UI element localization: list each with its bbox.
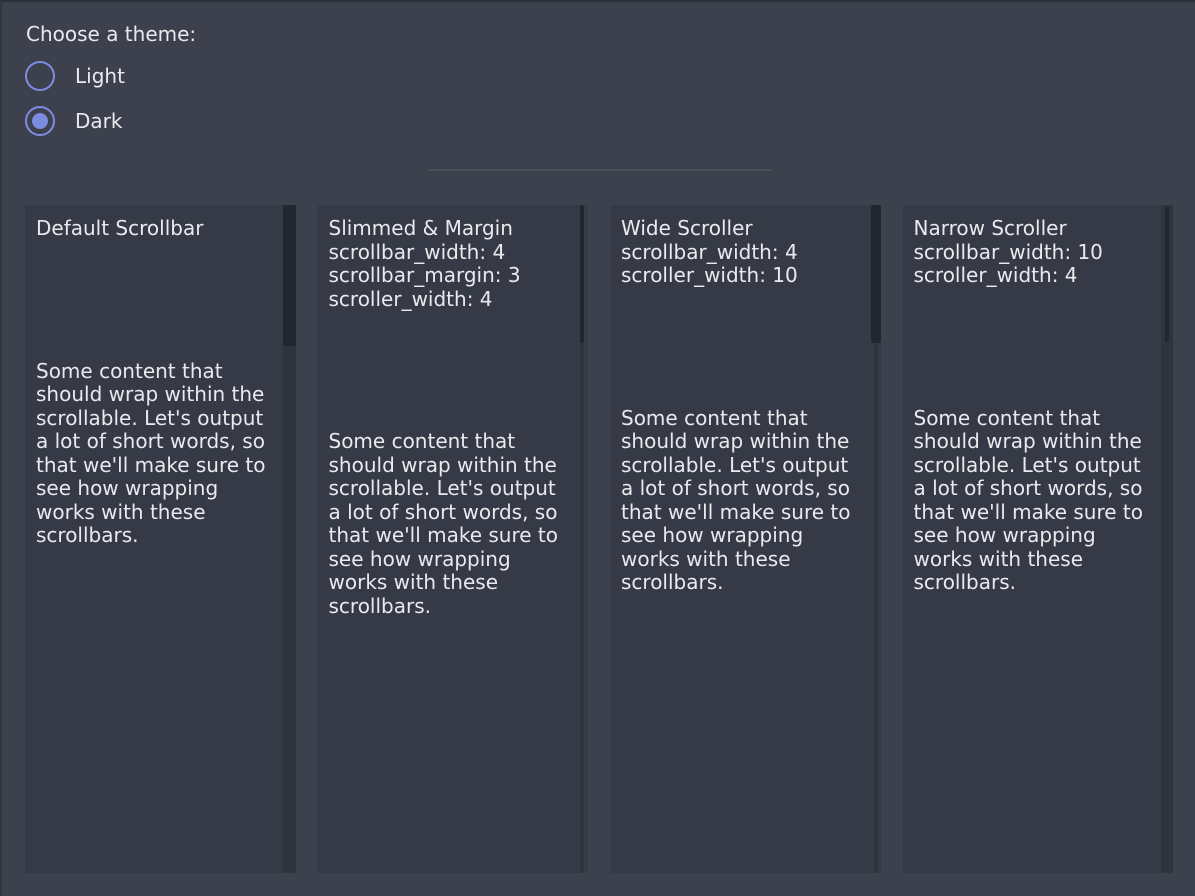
scrollable-panel-slimmed[interactable]: Slimmed & Margin scrollbar_width: 4 scro… (318, 205, 589, 873)
window-top-edge (0, 0, 1195, 2)
panel-title: Default Scrollbar (36, 217, 272, 241)
panel-scroll-area[interactable]: Default Scrollbar Some content that shou… (25, 205, 296, 560)
content-spacer (621, 288, 857, 407)
radio-option-dark[interactable]: Dark (26, 105, 196, 136)
radio-dark-label[interactable]: Dark (75, 109, 122, 133)
scrollable-panel-narrow[interactable]: Narrow Scroller scrollbar_width: 10 scro… (903, 205, 1174, 873)
theme-chooser-label: Choose a theme: (26, 22, 196, 46)
radio-light-icon[interactable] (25, 61, 55, 91)
scrollable-demos: Default Scrollbar Some content that shou… (25, 205, 1173, 873)
content-spacer (914, 288, 1150, 407)
radio-light-label[interactable]: Light (75, 64, 125, 88)
panel-title: Narrow Scroller (914, 217, 1150, 241)
panel-properties: scrollbar_width: 4 scroller_width: 10 (621, 241, 857, 288)
window-left-edge (0, 0, 2, 896)
panel-scroll-area[interactable]: Narrow Scroller scrollbar_width: 10 scro… (903, 205, 1174, 607)
scrollbar-thumb[interactable] (871, 205, 881, 343)
panel-title: Wide Scroller (621, 217, 857, 241)
scrollbar-thumb[interactable] (1165, 207, 1169, 342)
radio-dark-dot (32, 113, 48, 129)
radio-option-light[interactable]: Light (26, 60, 196, 91)
panel-content: Some content that should wrap within the… (621, 407, 857, 595)
radio-dark-icon[interactable] (25, 106, 55, 136)
divider (427, 169, 772, 171)
scrollbar-thumb[interactable] (580, 205, 584, 343)
panel-properties: scrollbar_width: 4 scrollbar_margin: 3 s… (329, 241, 565, 312)
scrollbar-thumb[interactable] (283, 205, 296, 346)
scrollable-panel-default[interactable]: Default Scrollbar Some content that shou… (25, 205, 296, 873)
panel-title: Slimmed & Margin (329, 217, 565, 241)
panel-content: Some content that should wrap within the… (914, 407, 1150, 595)
panel-content: Some content that should wrap within the… (329, 430, 565, 618)
content-spacer (36, 241, 272, 360)
panel-properties: scrollbar_width: 10 scroller_width: 4 (914, 241, 1150, 288)
content-spacer (329, 311, 565, 430)
panel-content: Some content that should wrap within the… (36, 360, 272, 548)
panel-scroll-area[interactable]: Wide Scroller scrollbar_width: 4 scrolle… (610, 205, 881, 607)
scrollable-panel-wide[interactable]: Wide Scroller scrollbar_width: 4 scrolle… (610, 205, 881, 873)
theme-chooser: Choose a theme: Light Dark (26, 22, 196, 136)
panel-scroll-area[interactable]: Slimmed & Margin scrollbar_width: 4 scro… (318, 205, 589, 630)
